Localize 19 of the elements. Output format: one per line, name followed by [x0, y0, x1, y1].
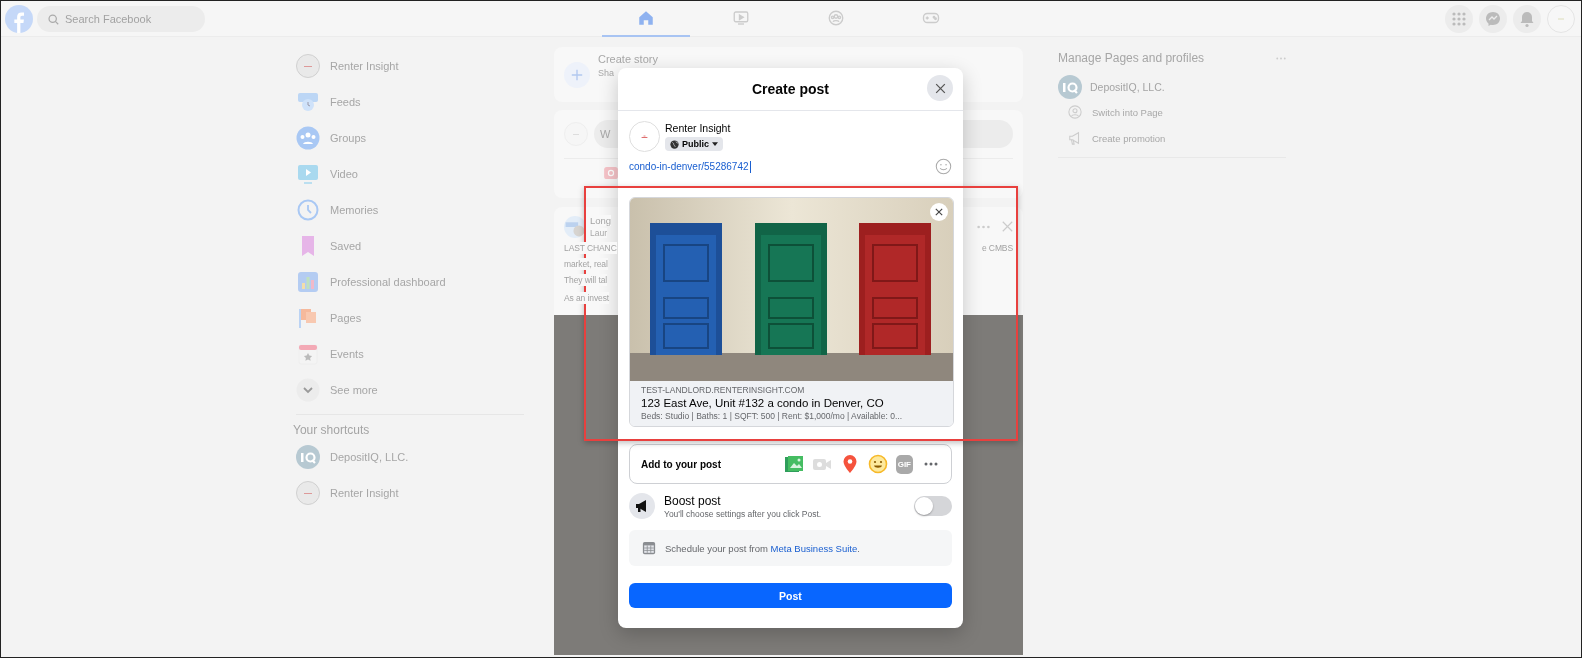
section-heading: Manage Pages and profiles	[1058, 51, 1205, 65]
add-to-post-label: Add to your post	[641, 458, 721, 470]
link-domain: TEST-LANDLORD.RENTERINSIGHT.COM	[641, 385, 806, 395]
boost-description: You'll choose settings after you click Post.	[664, 508, 823, 519]
post-text: As an invest	[564, 292, 610, 304]
link-title: 123 East Ave, Unit #132 a condo in Denver, CO	[641, 397, 885, 409]
story-subtitle: Sha	[598, 68, 615, 78]
post-text: e CMBS	[981, 242, 1013, 254]
dialog-title: Create post	[752, 81, 829, 97]
author-name: Renter Insight	[665, 122, 731, 134]
story-title: Create story	[598, 53, 658, 65]
boost-title: Boost post	[664, 493, 722, 508]
schedule-text: Schedule your post from Meta Business Suite.	[665, 542, 860, 554]
section-heading: Your shortcuts	[292, 423, 371, 437]
post-text: They will tal	[564, 274, 608, 286]
link-description: Beds: Studio | Baths: 1 | SQFT: 500 | Rent: $1,000/mo | Available: 0...	[641, 411, 903, 421]
post-text: LAST CHANC	[564, 242, 617, 254]
post-meta: Laur	[590, 228, 607, 238]
post-text: market, real	[564, 258, 608, 270]
